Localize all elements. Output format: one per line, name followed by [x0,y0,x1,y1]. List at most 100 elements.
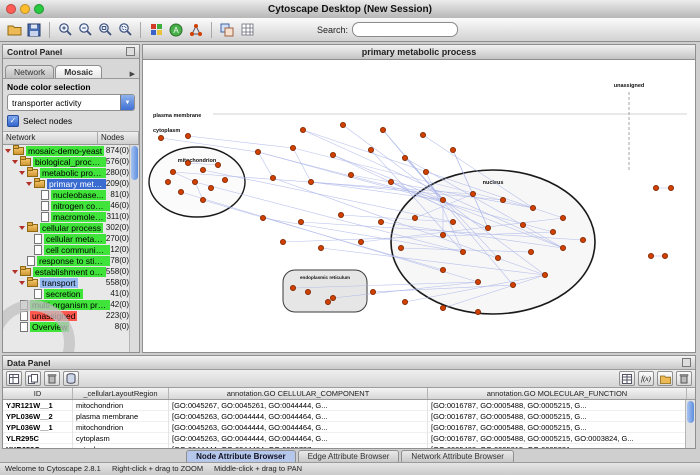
tree-row[interactable]: primary metab...209(0) [3,178,139,189]
table-cell-cc[interactable]: [GO:0044444, GO:0044464, GO:0005737, ... [169,444,428,449]
tree-item-label[interactable]: secretion [44,289,83,299]
attribute-table-icon[interactable] [619,371,635,386]
table-row[interactable]: YPL036W__2plasma membrane[GO:0045263, GO… [3,411,695,422]
zoom-in-icon[interactable] [55,20,75,40]
layout-icon[interactable] [186,20,206,40]
tree-row[interactable]: nitrogen compo...46(0) [3,200,139,211]
table-cell-mf[interactable]: [GO:0005488, GO:0005215, GO:0005381, ... [428,444,687,449]
tree-expand-icon[interactable] [19,171,25,175]
table-cell-mf[interactable]: [GO:0016787, GO:0005488, GO:0005215, G..… [428,411,687,422]
tree-item-label[interactable]: nitrogen compo... [51,201,110,211]
table-cell-cc[interactable]: [GO:0045263, GO:0044444, GO:0044464, G..… [169,433,428,444]
tree-expand-icon[interactable] [12,160,18,164]
tree-expand-icon[interactable] [19,226,25,230]
table-cell-region[interactable]: cytoplasm [73,444,169,449]
column-header-cellular-component[interactable]: annotation.GO CELLULAR_COMPONENT [169,388,428,399]
tree-row[interactable]: metabolic process280(0) [3,167,139,178]
tree-row[interactable]: cellular metabo...270(0) [3,233,139,244]
delete-attribute-icon[interactable] [44,371,60,386]
tree-row[interactable]: biological_process576(0) [3,156,139,167]
table-cell-region[interactable]: plasma membrane [73,411,169,422]
table-cell-cc[interactable]: [GO:0045263, GO:0044444, GO:0044464, G..… [169,411,428,422]
float-panel-icon[interactable] [126,47,135,56]
tree-item-label[interactable]: nucleobase... [51,190,106,200]
tree-item-label[interactable]: response to stimul... [37,256,110,266]
tree-item-label[interactable]: metabolic process [40,168,106,178]
import-attributes-icon[interactable] [63,371,79,386]
grid-icon[interactable] [237,20,257,40]
tree-row[interactable]: establishment of lo...558(0) [3,266,139,277]
search-input[interactable] [352,22,458,37]
table-cell-cc[interactable]: [GO:0045263, GO:0044444, GO:0044464, G..… [169,422,428,433]
tree-header-network[interactable]: Network [3,132,98,144]
open-session-icon[interactable] [4,20,24,40]
tree-header-nodes[interactable]: Nodes [98,132,139,144]
table-cell-mf[interactable]: [GO:0016787, GO:0005488, GO:0005215, G..… [428,422,687,433]
zoom-fit-icon[interactable] [95,20,115,40]
table-cell-id[interactable]: YJR121W__1 [3,400,73,411]
tree-item-label[interactable]: establishment of lo... [33,267,106,277]
network-frame-title[interactable]: primary metabolic process [143,45,695,60]
network-graph[interactable]: plasma membranecytoplasmmitochondrionnuc… [143,60,695,354]
zoom-selected-icon[interactable] [115,20,135,40]
column-header-region[interactable]: _cellularLayoutRegion [73,388,169,399]
tree-expand-icon[interactable] [5,149,11,153]
function-builder-icon[interactable]: f(x) [638,371,654,386]
tree-item-label[interactable]: cellular metabo... [44,234,106,244]
clear-table-icon[interactable] [676,371,692,386]
tree-scrollbar[interactable] [129,145,139,352]
tree-row[interactable]: secretion41(0) [3,288,139,299]
table-cell-mf[interactable]: [GO:0016787, GO:0005488, GO:0005215, G..… [428,400,687,411]
page-icon [27,256,35,266]
create-attribute-icon[interactable] [25,371,41,386]
tree-row[interactable]: cell communica...12(0) [3,244,139,255]
chevron-down-icon[interactable]: ▼ [120,95,134,110]
tab-scroll-right-icon[interactable]: ▶ [128,70,137,78]
vizmapper-icon[interactable] [146,20,166,40]
select-nodes-checkbox[interactable]: ✓ [7,115,19,127]
table-row[interactable]: YJR121W__1mitochondrion[GO:0045267, GO:0… [3,400,695,411]
select-attributes-icon[interactable] [6,371,22,386]
tree-row[interactable]: cellular process302(0) [3,222,139,233]
tree-expand-icon[interactable] [12,270,18,274]
float-panel-icon[interactable] [682,358,691,367]
tree-row[interactable]: mosaic-demo-yeast874(0) [3,145,139,156]
tree-item-label[interactable]: cell communica... [44,245,110,255]
tree-row[interactable]: nucleobase...81(0) [3,189,139,200]
table-cell-region[interactable]: cytoplasm [73,433,169,444]
table-row[interactable]: YKR052Ccytoplasm[GO:0044444, GO:0044464,… [3,444,695,448]
table-cell-mf[interactable]: [GO:0016787, GO:0005488, GO:0005215, GO:… [428,433,687,444]
network-canvas[interactable]: plasma membranecytoplasmmitochondrionnuc… [143,60,695,352]
tree-expand-icon[interactable] [19,281,25,285]
column-header-id[interactable]: ID [3,388,73,399]
save-session-icon[interactable] [24,20,44,40]
tree-item-label[interactable]: mosaic-demo-yeast [26,146,104,156]
node-color-dropdown[interactable]: transporter activity ▼ [7,94,135,111]
table-cell-region[interactable]: mitochondrion [73,400,169,411]
tree-item-label[interactable]: primary metab... [47,179,106,189]
tab-network[interactable]: Network [5,65,54,78]
network-overlay-icon[interactable] [217,20,237,40]
tree-row[interactable]: macromolecule...311(0) [3,211,139,222]
tree-row[interactable]: transport558(0) [3,277,139,288]
column-header-molecular-function[interactable]: annotation.GO MOLECULAR_FUNCTION [428,388,687,399]
tree-item-label[interactable]: cellular process [40,223,103,233]
table-row[interactable]: YPL036W__1mitochondrion[GO:0045263, GO:0… [3,422,695,433]
table-cell-id[interactable]: YPL036W__2 [3,411,73,422]
table-cell-id[interactable]: YPL036W__1 [3,422,73,433]
table-cell-id[interactable]: YKR052C [3,444,73,449]
tab-mosaic[interactable]: Mosaic [55,65,102,78]
open-attribute-file-icon[interactable] [657,371,673,386]
table-scrollbar[interactable] [685,400,695,448]
tree-item-label[interactable]: biological_process [33,157,106,167]
annotation-icon[interactable]: A [166,20,186,40]
tree-expand-icon[interactable] [26,182,32,186]
table-row[interactable]: YLR295Ccytoplasm[GO:0045263, GO:0044444,… [3,433,695,444]
table-cell-id[interactable]: YLR295C [3,433,73,444]
tree-row[interactable]: response to stimul...78(0) [3,255,139,266]
tree-item-label[interactable]: transport [40,278,78,288]
table-cell-region[interactable]: mitochondrion [73,422,169,433]
table-cell-cc[interactable]: [GO:0045267, GO:0045261, GO:0044444, G..… [169,400,428,411]
tree-item-label[interactable]: macromolecule... [51,212,106,222]
zoom-out-icon[interactable] [75,20,95,40]
